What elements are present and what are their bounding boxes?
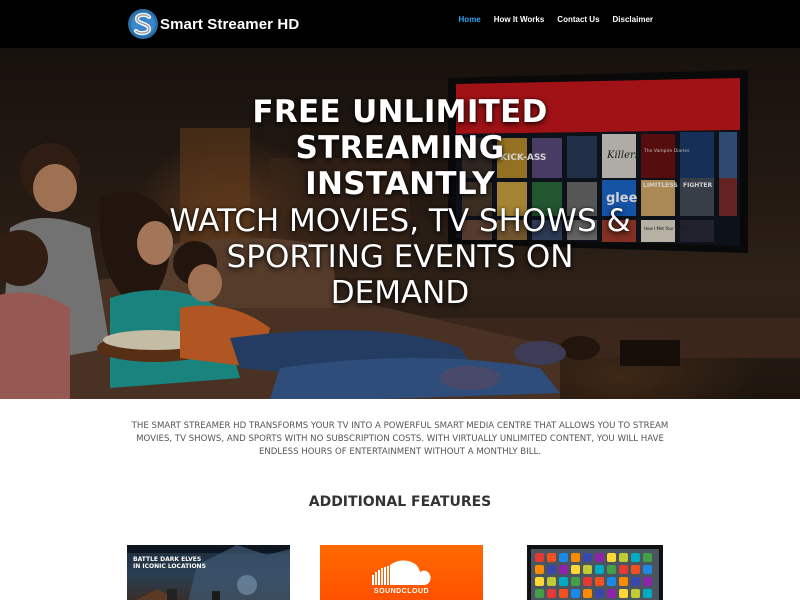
game-caption-line-2: IN ICONIC LOCATIONS: [133, 563, 206, 570]
main-nav: Home How It Works Contact Us Disclaimer: [446, 15, 653, 25]
hero-title: FREE UNLIMITED STREAMING INSTANTLY: [0, 94, 800, 202]
app-tile-icon: [643, 589, 652, 598]
nav-disclaimer[interactable]: Disclaimer: [613, 15, 653, 25]
app-tile-icon: [559, 565, 568, 574]
hero-banner: KICK-ASS Killers The Vampire Diaries gle…: [0, 48, 800, 399]
app-tile-icon: [643, 553, 652, 562]
hero-subtitle-line-3: DEMAND: [330, 275, 470, 311]
app-tile-icon: [619, 565, 628, 574]
game-caption: BATTLE DARK ELVES IN ICONIC LOCATIONS: [133, 556, 206, 570]
app-tile-icon: [583, 577, 592, 586]
game-caption-line-1: BATTLE DARK ELVES: [133, 556, 202, 563]
app-tile-icon: [595, 565, 604, 574]
hero-text-block: FREE UNLIMITED STREAMING INSTANTLY WATCH…: [0, 94, 800, 311]
feature-card-soundcloud[interactable]: SOUNDCLOUD: [320, 545, 483, 600]
app-tile-icon: [607, 589, 616, 598]
app-tile-icon: [607, 565, 616, 574]
app-tile-icon: [583, 565, 592, 574]
app-tile-icon: [595, 577, 604, 586]
app-tile-icon: [631, 577, 640, 586]
app-tile-icon: [535, 565, 544, 574]
hero-title-line-1: FREE UNLIMITED: [252, 94, 548, 130]
app-tile-icon: [595, 589, 604, 598]
app-tile-icon: [619, 577, 628, 586]
nav-contact-us[interactable]: Contact Us: [557, 15, 599, 25]
app-tile-icon: [559, 589, 568, 598]
app-tile-icon: [631, 553, 640, 562]
game-screenshot-image: [127, 545, 290, 600]
app-tile-icon: [535, 553, 544, 562]
hero-subtitle-line-1: WATCH MOVIES, TV SHOWS &: [169, 203, 631, 239]
app-tile-icon: [571, 589, 580, 598]
app-tile-icon: [571, 577, 580, 586]
site-logo[interactable]: Smart Streamer HD: [126, 4, 299, 44]
app-tile-icon: [547, 577, 556, 586]
app-tile-icon: [547, 553, 556, 562]
app-tile-icon: [595, 553, 604, 562]
hero-subtitle: WATCH MOVIES, TV SHOWS & SPORTING EVENTS…: [0, 203, 800, 311]
feature-card-apps[interactable]: [527, 545, 663, 600]
features-heading: ADDITIONAL FEATURES: [308, 494, 492, 510]
app-tile-icon: [619, 589, 628, 598]
app-tile-icon: [547, 589, 556, 598]
app-grid-icon: [531, 549, 659, 600]
nav-home[interactable]: Home: [459, 15, 481, 25]
app-tile-icon: [643, 565, 652, 574]
app-tile-icon: [535, 589, 544, 598]
app-tile-icon: [583, 589, 592, 598]
app-tile-icon: [631, 565, 640, 574]
app-tile-icon: [607, 553, 616, 562]
hero-title-line-2: STREAMING: [295, 130, 505, 166]
app-tile-icon: [547, 565, 556, 574]
hero-title-line-3: INSTANTLY: [305, 166, 495, 202]
feature-card-game[interactable]: BATTLE DARK ELVES IN ICONIC LOCATIONS: [127, 545, 290, 600]
app-tile-icon: [643, 577, 652, 586]
app-tile-icon: [571, 553, 580, 562]
app-tile-icon: [583, 553, 592, 562]
app-tile-icon: [559, 577, 568, 586]
app-tile-icon: [619, 553, 628, 562]
app-tile-icon: [631, 589, 640, 598]
app-tile-icon: [559, 553, 568, 562]
hero-subtitle-line-2: SPORTING EVENTS ON: [226, 239, 574, 275]
site-header: Smart Streamer HD Home How It Works Cont…: [0, 0, 800, 48]
app-tile-icon: [535, 577, 544, 586]
brand-name: Smart Streamer HD: [160, 15, 300, 33]
app-tile-icon: [571, 565, 580, 574]
app-tile-icon: [607, 577, 616, 586]
s-logo-icon: [128, 9, 158, 39]
soundcloud-label: SOUNDCLOUD: [373, 588, 430, 595]
nav-how-it-works[interactable]: How It Works: [494, 15, 545, 25]
intro-paragraph: THE SMART STREAMER HD TRANSFORMS YOUR TV…: [131, 421, 669, 457]
